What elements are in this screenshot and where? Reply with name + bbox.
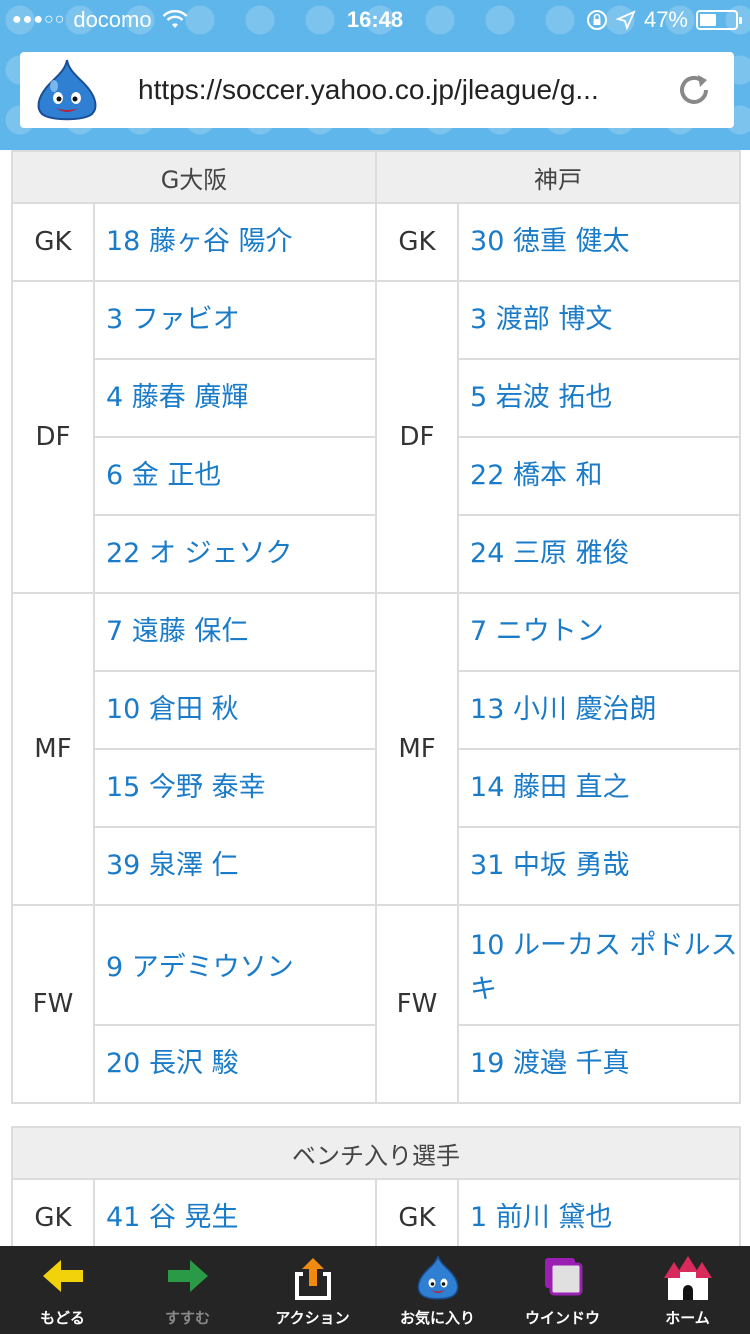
home-player-link[interactable]: 3 ファビオ (92, 280, 378, 360)
bench-title: ベンチ入り選手 (11, 1126, 741, 1180)
away-player-link[interactable]: 7 ニウトン (457, 592, 742, 672)
away-player-link[interactable]: 10 ルーカス ポドルスキ (457, 904, 742, 1026)
window-button[interactable]: ウインドウ (500, 1246, 625, 1334)
away-bench-player-link[interactable]: 1 前川 黛也 (457, 1178, 741, 1246)
home-player-link[interactable]: 10 倉田 秋 (92, 670, 378, 750)
home-bench-position-label: GK (11, 1178, 95, 1246)
away-player-link[interactable]: 3 渡部 博文 (457, 280, 742, 360)
lineup-row: 39 泉澤 仁 31 中坂 勇哉 (12, 826, 742, 906)
home-button[interactable]: ホーム (625, 1246, 750, 1334)
window-label: ウインドウ (524, 1309, 600, 1327)
away-position-label: MF (375, 592, 460, 906)
away-team-name: 神戸 (375, 150, 742, 204)
home-position-label: GK (11, 202, 95, 282)
lineup-row: 20 長沢 駿 19 渡邉 千真 (12, 1024, 742, 1104)
away-player-link[interactable]: 31 中坂 勇哉 (457, 826, 742, 906)
away-player-link[interactable]: 30 徳重 健太 (457, 202, 742, 282)
status-bar: ●●●○○ docomo 16:48 47% (0, 0, 750, 40)
away-position-label: GK (375, 202, 460, 282)
bench-row: GK 41 谷 晃生 GK 1 前川 黛也 (11, 1178, 741, 1246)
window-icon (544, 1258, 582, 1296)
share-icon (294, 1258, 331, 1300)
away-player-link[interactable]: 19 渡邉 千真 (457, 1024, 742, 1104)
lineup-row: FW 9 アデミウソン FW 10 ルーカス ポドルスキ (11, 904, 742, 1104)
home-player-link[interactable]: 6 金 正也 (92, 436, 378, 516)
favorites-button[interactable]: お気に入り (375, 1246, 500, 1334)
home-team-name: G大阪 (10, 150, 378, 204)
back-label: もどる (40, 1309, 85, 1327)
lineup-row: 4 藤春 廣輝 5 岩波 拓也 (12, 358, 742, 438)
browser-chrome: ●●●○○ docomo 16:48 47% https://soccer.ya… (0, 0, 750, 150)
away-player-link[interactable]: 5 岩波 拓也 (457, 358, 742, 438)
home-position-label: DF (11, 280, 95, 594)
lineup-row: 10 倉田 秋 13 小川 慶治朗 (12, 670, 742, 750)
battery-fill (700, 14, 716, 26)
home-player-link[interactable]: 39 泉澤 仁 (92, 826, 378, 906)
reload-icon[interactable] (676, 72, 712, 108)
bench-header-row: ベンチ入り選手 (11, 1126, 741, 1180)
castle-home-icon (663, 1256, 712, 1300)
away-bench-position-label: GK (375, 1178, 459, 1246)
away-position-label: FW (375, 904, 460, 1104)
forward-label: すすむ (164, 1309, 210, 1327)
team-header-row: G大阪 神戸 (10, 150, 742, 204)
home-player-link[interactable]: 4 藤春 廣輝 (92, 358, 378, 438)
home-bench-player-link[interactable]: 41 谷 晃生 (93, 1178, 377, 1246)
favorites-slime-icon (417, 1255, 458, 1300)
starting-lineup-table: G大阪 神戸 GK 18 藤ヶ谷 陽介 GK 30 徳重 健太 DF 3 ファビオ DF 3 … (10, 150, 742, 1104)
forward-button[interactable]: すすむ (125, 1246, 250, 1334)
location-arrow-icon (615, 10, 636, 30)
url-bar[interactable]: https://soccer.yahoo.co.jp/jleague/g... (20, 52, 734, 128)
bench-body: GK41 谷 晃生GK1 前川 黛也14 米倉 恒貴39 伊野波 雅彦 (11, 1178, 741, 1246)
status-right: 47% (586, 7, 742, 33)
starting-lineup-body: GK 18 藤ヶ谷 陽介 GK 30 徳重 健太 DF 3 ファビオ DF 3 渡部 博文 4 … (11, 202, 742, 1104)
home-player-link[interactable]: 9 アデミウソン (92, 904, 378, 1026)
bottom-toolbar: もどる すすむ アクション お気に入り ウインドウ ホーム (0, 1246, 750, 1334)
lineup-row: MF 7 遠藤 保仁 MF 7 ニウトン (11, 592, 742, 906)
lineup-content: G大阪 神戸 GK 18 藤ヶ谷 陽介 GK 30 徳重 健太 DF 3 ファビオ DF 3 … (0, 150, 750, 1246)
lineup-row: 15 今野 泰幸 14 藤田 直之 (12, 748, 742, 828)
url-text[interactable]: https://soccer.yahoo.co.jp/jleague/g... (138, 74, 658, 106)
orientation-lock-icon (586, 10, 607, 30)
home-player-link[interactable]: 18 藤ヶ谷 陽介 (92, 202, 378, 282)
battery-percent: 47% (643, 7, 688, 32)
home-player-link[interactable]: 22 オ ジェソク (92, 514, 378, 594)
battery-icon (696, 10, 742, 30)
lineup-row: DF 3 ファビオ DF 3 渡部 博文 (11, 280, 742, 594)
home-player-link[interactable]: 15 今野 泰幸 (92, 748, 378, 828)
back-arrow-icon (42, 1260, 83, 1292)
away-player-link[interactable]: 13 小川 慶治朗 (457, 670, 742, 750)
home-player-link[interactable]: 7 遠藤 保仁 (92, 592, 378, 672)
action-label: アクション (275, 1309, 350, 1327)
home-position-label: MF (11, 592, 95, 906)
back-button[interactable]: もどる (0, 1246, 125, 1334)
home-label: ホーム (665, 1309, 710, 1327)
away-player-link[interactable]: 14 藤田 直之 (457, 748, 742, 828)
away-player-link[interactable]: 22 橋本 和 (457, 436, 742, 516)
forward-arrow-icon (167, 1260, 208, 1292)
slime-icon[interactable] (32, 58, 102, 122)
home-player-link[interactable]: 20 長沢 駿 (92, 1024, 378, 1104)
lineup-row: GK 18 藤ヶ谷 陽介 GK 30 徳重 健太 (11, 202, 742, 282)
lineup-row: 6 金 正也 22 橋本 和 (12, 436, 742, 516)
home-position-label: FW (11, 904, 95, 1104)
favorites-label: お気に入り (399, 1309, 475, 1327)
away-position-label: DF (375, 280, 460, 594)
lineup-row: 22 オ ジェソク 24 三原 雅俊 (12, 514, 742, 594)
away-player-link[interactable]: 24 三原 雅俊 (457, 514, 742, 594)
bench-table: ベンチ入り選手 GK41 谷 晃生GK1 前川 黛也14 米倉 恒貴39 伊野波… (11, 1126, 741, 1246)
action-button[interactable]: アクション (250, 1246, 375, 1334)
